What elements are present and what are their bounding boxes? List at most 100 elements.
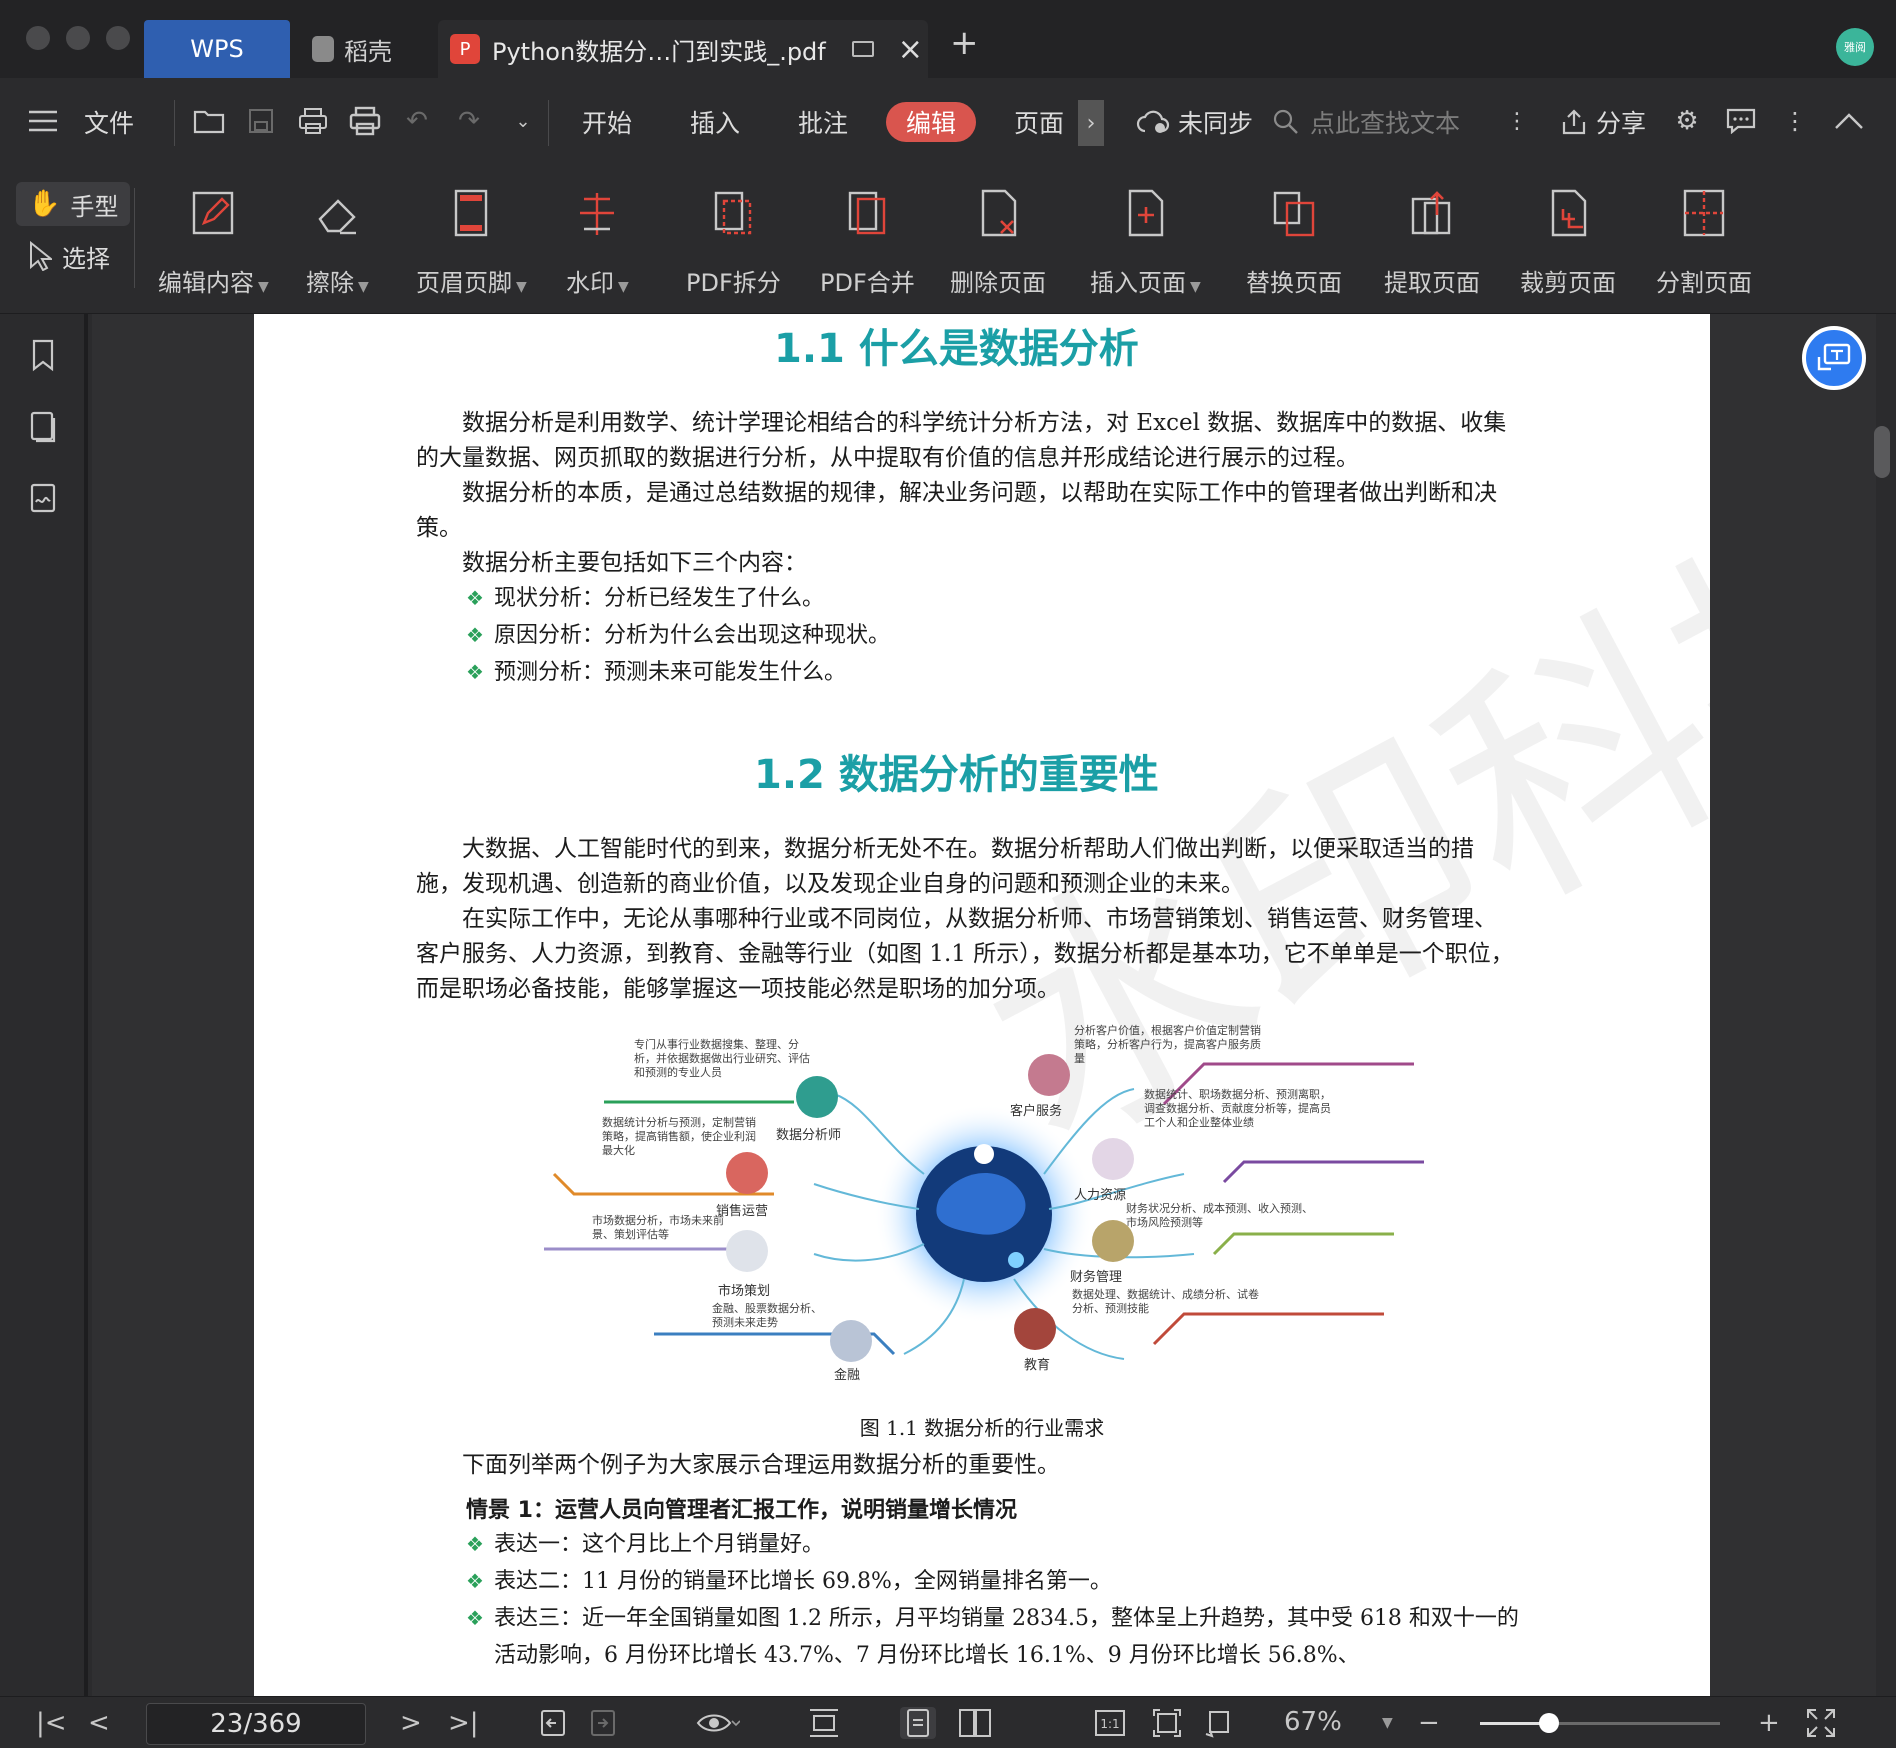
tool-crop-page-button[interactable]: 裁剪页面 (1520, 188, 1616, 298)
zoom-slider-knob[interactable] (1539, 1713, 1559, 1733)
last-page-icon[interactable]: >| (448, 1707, 479, 1739)
tool-pdf-merge-button[interactable]: PDF合并 (820, 188, 915, 298)
tab-edit[interactable]: 编辑 (886, 102, 977, 142)
actual-size-icon[interactable]: 1:1 (1094, 1707, 1126, 1739)
zoom-in-icon[interactable]: + (1758, 1707, 1780, 1739)
node-description: 数据处理、数据统计、成绩分析、试卷分析、预测技能 (1072, 1288, 1259, 1315)
rotate-page-icon[interactable] (1204, 1707, 1234, 1739)
share-icon (1562, 109, 1586, 135)
list-item: 原因分析：分析为什么会出现这种现状。 (466, 617, 890, 654)
zoom-dropdown-icon[interactable]: ▼ (1382, 1707, 1393, 1739)
signature-icon[interactable] (26, 482, 60, 516)
single-page-scroll-icon[interactable] (808, 1707, 840, 1739)
tool-eraser-button[interactable]: 擦除 ▼ (306, 188, 369, 298)
more-vertical-icon[interactable]: ⋮ (1500, 104, 1534, 138)
undo-icon[interactable]: ↶ (400, 104, 434, 138)
dropdown-caret-icon[interactable]: ▼ (358, 279, 369, 295)
previous-page-icon[interactable]: < (88, 1707, 110, 1739)
maximize-window-button[interactable] (106, 26, 130, 50)
hamburger-menu-icon[interactable] (26, 104, 60, 138)
new-tab-button[interactable]: + (950, 26, 979, 60)
sync-status[interactable]: 未同步 (1136, 102, 1253, 142)
node-label: 市场策划 (718, 1284, 771, 1299)
tool-label-text: 裁剪页面 (1520, 269, 1616, 297)
node-label: 数据分析师 (776, 1128, 842, 1143)
tool-pdf-split-button[interactable]: PDF拆分 (686, 188, 781, 298)
paragraph: 在实际工作中，无论从事哪种行业或不同岗位，从数据分析师、市场营销策划、销售运营、… (416, 906, 1514, 1002)
translate-float-button[interactable] (1802, 326, 1866, 390)
select-mode-button[interactable]: 选择 (16, 234, 122, 278)
sync-status-label: 未同步 (1178, 109, 1254, 138)
next-view-icon[interactable] (590, 1707, 616, 1739)
single-page-icon[interactable] (900, 1707, 936, 1739)
zoom-slider[interactable] (1480, 1713, 1720, 1733)
tab-wps[interactable]: WPS (144, 20, 290, 78)
tool-delete-page-button[interactable]: 删除页面 (950, 188, 1046, 298)
zoom-level[interactable]: 67% (1284, 1707, 1342, 1737)
tool-edit-content-button[interactable]: 编辑内容 ▼ (158, 188, 269, 298)
tab-daoke[interactable]: 稻壳 (300, 20, 430, 78)
zoom-out-icon[interactable]: − (1418, 1707, 1440, 1739)
vertical-scrollbar[interactable] (1876, 314, 1896, 1696)
print-preview-icon[interactable] (348, 104, 382, 138)
comment-icon[interactable] (1724, 104, 1758, 138)
tool-watermark-button[interactable]: 水印 ▼ (566, 188, 629, 298)
thumbnail-icon[interactable] (26, 410, 60, 444)
tab-annotate[interactable]: 批注 (798, 102, 848, 142)
first-page-icon[interactable]: |< (36, 1707, 67, 1739)
tool-label-text: 分割页面 (1656, 269, 1752, 297)
tool-label-text: 页眉页脚 (416, 269, 512, 297)
dropdown-caret-icon[interactable]: ▼ (618, 279, 629, 295)
settings-gear-icon[interactable]: ⚙ (1670, 104, 1704, 138)
hand-mode-button[interactable]: ✋ 手型 (16, 182, 131, 226)
more-options-icon[interactable]: ⋮ (1778, 104, 1812, 138)
paragraph: 下面列举两个例子为大家展示合理运用数据分析的重要性。 (462, 1452, 1060, 1478)
next-page-icon[interactable]: > (400, 1707, 422, 1739)
search-box[interactable]: 点此查找文本 (1272, 102, 1460, 142)
vertical-scrollbar-thumb[interactable] (1874, 426, 1890, 478)
fullscreen-icon[interactable] (1806, 1707, 1836, 1739)
search-icon (1273, 109, 1298, 134)
document-viewport[interactable]: 水印科技 1.1 什么是数据分析 数据分析是利用数学、统计学理论相结合的科学统计… (92, 314, 1876, 1696)
tab-page[interactable]: 页面 (1014, 102, 1064, 142)
bookmark-icon[interactable] (26, 338, 60, 372)
tool-insert-page-button[interactable]: 插入页面 ▼ (1090, 188, 1201, 298)
close-tab-icon[interactable]: × (898, 32, 923, 67)
dropdown-caret-icon[interactable]: ▼ (258, 279, 269, 295)
minimize-window-button[interactable] (66, 26, 90, 50)
close-window-button[interactable] (26, 26, 50, 50)
tab-document[interactable]: P Python数据分…门到实践_.pdf × (438, 20, 928, 78)
redo-icon[interactable]: ↷ (452, 104, 486, 138)
select-mode-label: 选择 (62, 244, 110, 273)
eye-protection-icon[interactable] (696, 1707, 740, 1739)
open-folder-icon[interactable] (192, 104, 226, 138)
examples-intro: 下面列举两个例子为大家展示合理运用数据分析的重要性。 (416, 1448, 1516, 1483)
screen-icon[interactable] (851, 41, 874, 57)
collapse-ribbon-icon[interactable] (1832, 104, 1866, 138)
tool-header-footer-button[interactable]: 页眉页脚 ▼ (416, 188, 527, 298)
node-label: 金融 (834, 1368, 861, 1383)
tool-extract-page-button[interactable]: 提取页面 (1384, 188, 1480, 298)
tool-label: 分割页面 (1656, 263, 1752, 298)
previous-view-icon[interactable] (540, 1707, 566, 1739)
fit-page-icon[interactable] (1152, 1707, 1182, 1739)
file-menu[interactable]: 文件 (84, 102, 134, 142)
user-avatar[interactable]: 雅阅 (1836, 28, 1874, 66)
dropdown-caret-icon[interactable]: ▼ (516, 279, 527, 295)
sales-operations-avatar (726, 1152, 768, 1194)
save-icon[interactable] (244, 104, 278, 138)
tab-insert[interactable]: 插入 (690, 102, 740, 142)
tool-split-page-button[interactable]: 分割页面 (1656, 188, 1752, 298)
page-number-input[interactable]: 23/369 (146, 1703, 366, 1745)
tab-start[interactable]: 开始 (582, 102, 632, 142)
print-icon[interactable] (296, 104, 330, 138)
daoke-icon (312, 36, 334, 62)
two-page-icon[interactable] (958, 1707, 992, 1739)
share-button[interactable]: 分享 (1560, 102, 1646, 142)
dropdown-caret-icon[interactable]: ▼ (1190, 279, 1201, 295)
tool-label: 替换页面 (1246, 263, 1342, 298)
quick-access-dropdown-icon[interactable]: ⌄ (506, 104, 540, 138)
watermark-icon (573, 188, 621, 238)
tool-replace-page-button[interactable]: 替换页面 (1246, 188, 1342, 298)
more-tabs-chevron-icon[interactable]: › (1078, 100, 1104, 146)
